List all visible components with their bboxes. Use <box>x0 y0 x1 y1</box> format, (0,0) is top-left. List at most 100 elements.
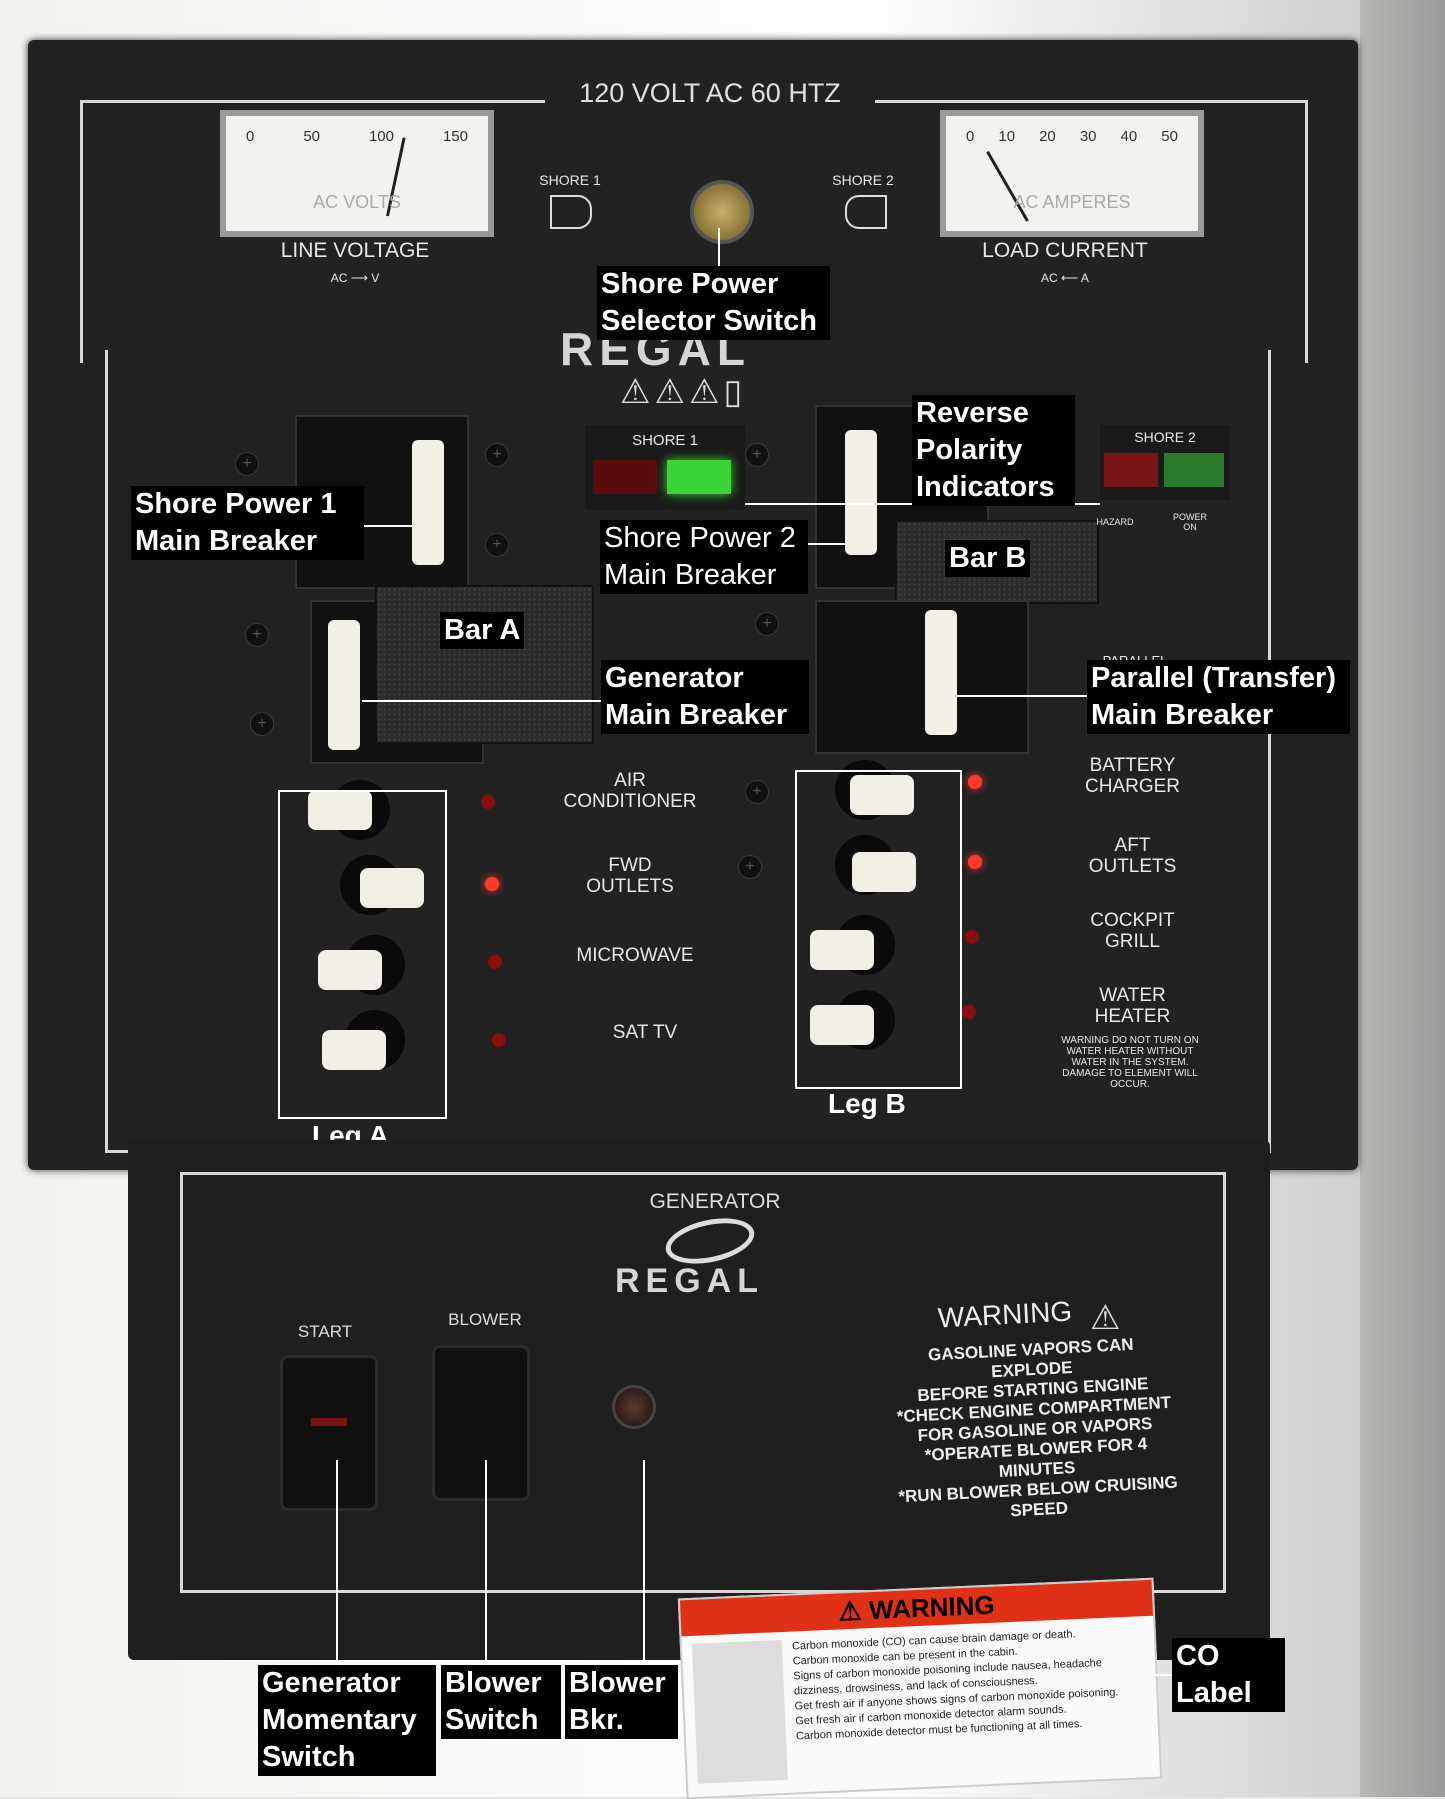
tick: 100 <box>368 128 394 145</box>
shore1-breaker-annotation: Shore Power 1 Main Breaker <box>131 486 364 560</box>
tick: 0 <box>966 128 975 145</box>
bar-a <box>375 585 594 744</box>
shore2-plug-icon <box>845 195 887 229</box>
screw-icon: + <box>755 612 779 636</box>
blower-breaker-annotation: Blower Bkr. <box>565 1665 678 1739</box>
generator-warning-title: WARNING <box>937 1295 1073 1334</box>
voltage-scale: 0 50 100 150 <box>246 128 468 145</box>
co-warning-body: Carbon monoxide (CO) can cause brain dam… <box>792 1624 1150 1744</box>
aft-outlets-led <box>968 855 982 869</box>
bar-a-annotation: Bar A <box>440 612 525 649</box>
shore1-plug-icon <box>550 195 592 229</box>
screw-icon: + <box>485 443 509 467</box>
generator-brand-logo: REGAL <box>615 1262 764 1300</box>
generator-switch-annotation: Generator Momentary Switch <box>258 1665 436 1776</box>
voltage-unit: AC VOLTS <box>313 192 401 212</box>
shore2-label: SHORE 2 <box>832 172 894 188</box>
line-voltage-label: LINE VOLTAGE <box>280 239 430 262</box>
screw-icon: + <box>245 623 269 647</box>
screw-icon: + <box>745 443 769 467</box>
co-title-text: WARNING <box>868 1589 996 1626</box>
blower-switch-annotation: Blower Switch <box>441 1665 561 1739</box>
power-on-label: POWER ON <box>1172 512 1207 532</box>
tick: 0 <box>246 128 255 145</box>
water-heater-warning: WARNING DO NOT TURN ON WATER HEATER WITH… <box>1061 1035 1199 1090</box>
tick: 30 <box>1079 128 1097 145</box>
generator-start-switch[interactable] <box>280 1355 378 1511</box>
screw-icon: + <box>250 712 274 736</box>
warning-triangle-icon: ⚠ <box>1090 1299 1121 1337</box>
line-voltage-sublabel: AC ⟶ V <box>330 271 380 285</box>
co-warning-label: ⚠ WARNING Carbon monoxide (CO) can cause… <box>677 1577 1163 1799</box>
load-current-meter: 0 10 20 30 40 50 AC AMPERES <box>940 110 1204 237</box>
aft-outlets-label: AFT OUTLETS <box>1088 835 1177 877</box>
load-current-label: LOAD CURRENT <box>982 239 1148 262</box>
blower-breaker-button[interactable] <box>612 1385 656 1429</box>
shore1-indicator-label: SHORE 1 <box>632 432 698 449</box>
panel-header: 120 VOLT AC 60 HTZ <box>545 78 875 109</box>
current-scale: 0 10 20 30 40 50 <box>966 128 1178 145</box>
start-switch-pointer <box>336 1460 338 1666</box>
co-label-annotation: CO Label <box>1172 1638 1285 1712</box>
shore-selector-switch[interactable] <box>690 180 754 244</box>
generator-breaker-annotation: Generator Main Breaker <box>601 660 809 734</box>
water-heater-led <box>962 1005 976 1019</box>
leg-a-box <box>278 790 447 1119</box>
microwave-label: MICROWAVE <box>576 945 694 966</box>
tick: 40 <box>1120 128 1138 145</box>
shore2-hazard-lamp <box>1104 453 1158 487</box>
generator-pointer <box>362 700 602 702</box>
bar-b-annotation: Bar B <box>945 540 1031 577</box>
microwave-led <box>488 955 502 969</box>
leg-b-label: Leg B <box>828 1088 906 1119</box>
water-heater-label: WATER HEATER <box>1094 985 1171 1027</box>
screw-icon: + <box>745 780 769 804</box>
generator-title: GENERATOR <box>640 1190 790 1214</box>
cockpit-grill-led <box>965 930 979 944</box>
shore2-indicator-panel: SHORE 2 <box>1100 425 1230 500</box>
selector-pointer <box>718 228 720 270</box>
cockpit-grill-label: COCKPIT GRILL <box>1090 910 1175 952</box>
shore2-breaker-annotation: Shore Power 2 Main Breaker <box>600 520 808 594</box>
parallel-main-breaker[interactable] <box>925 610 957 735</box>
screw-icon: + <box>235 452 259 476</box>
blower-switch-pointer <box>485 1460 487 1666</box>
hazard-label: HAZARD <box>1096 517 1134 527</box>
fwd-outlets-led <box>485 877 499 891</box>
tick: 50 <box>1161 128 1178 145</box>
blower-switch[interactable] <box>432 1345 530 1501</box>
shore2-indicator-label: SHORE 2 <box>1134 429 1196 445</box>
parallel-breaker-annotation: Parallel (Transfer) Main Breaker <box>1087 660 1350 734</box>
blower-breaker-pointer <box>643 1460 645 1666</box>
sat-tv-label: SAT TV <box>612 1022 678 1043</box>
battery-charger-led <box>968 775 982 789</box>
screw-icon: + <box>738 855 762 879</box>
shore1-power-lamp <box>667 460 731 494</box>
start-label: START <box>297 1322 353 1341</box>
shore1-indicator-panel: SHORE 1 <box>585 425 745 510</box>
shore2-power-lamp <box>1164 453 1224 487</box>
selector-annotation: Shore Power Selector Switch <box>597 266 830 340</box>
blower-label: BLOWER <box>448 1310 522 1329</box>
sat-tv-led <box>492 1033 506 1047</box>
parallel-pointer <box>957 695 1089 697</box>
fwd-outlets-label: FWD OUTLETS <box>586 855 674 897</box>
parallel-breaker-housing <box>815 600 1029 754</box>
current-unit: AC AMPERES <box>1013 192 1131 212</box>
tick: 150 <box>442 128 468 145</box>
tick: 50 <box>303 128 320 145</box>
leg-b-box <box>795 770 962 1089</box>
line-voltage-meter: 0 50 100 150 AC VOLTS <box>220 110 494 237</box>
generator-main-breaker[interactable] <box>328 620 360 750</box>
shore1-main-breaker[interactable] <box>412 440 444 565</box>
air-conditioner-led <box>481 795 495 809</box>
battery-charger-label: BATTERY CHARGER <box>1084 755 1180 797</box>
start-switch-led <box>311 1418 347 1426</box>
screw-icon: + <box>485 533 509 557</box>
shore1-label: SHORE 1 <box>539 172 601 188</box>
shore2-main-breaker[interactable] <box>845 430 877 555</box>
air-conditioner-label: AIR CONDITIONER <box>563 770 697 812</box>
generator-warning-text: GASOLINE VAPORS CAN EXPLODE BEFORE START… <box>885 1333 1184 1528</box>
load-current-sublabel: AC ⟵ A <box>1041 271 1089 285</box>
wall-shadow <box>1360 0 1445 1797</box>
